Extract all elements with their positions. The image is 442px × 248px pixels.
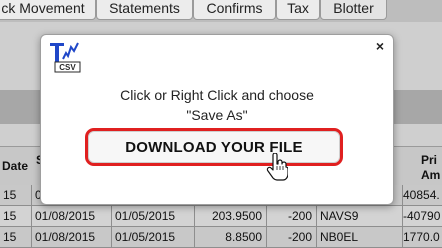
cell-settle: 01/08/2015 bbox=[31, 206, 111, 226]
instruction-line-2: "Save As" bbox=[186, 107, 248, 123]
tab-confirms[interactable]: Confirms bbox=[193, 0, 276, 20]
tab-statements[interactable]: Statements bbox=[96, 0, 193, 20]
cell-date: 15 bbox=[3, 230, 17, 244]
cell-symbol: NAVS9 bbox=[316, 206, 402, 226]
instruction-text: Click or Right Click and choose "Save As… bbox=[41, 85, 393, 125]
cell-date: 15 bbox=[3, 209, 17, 223]
tab-stock-movement[interactable]: ck Movement bbox=[0, 0, 96, 20]
tab-label: ck Movement bbox=[1, 0, 85, 16]
tab-label: Blotter bbox=[333, 0, 374, 16]
tab-tax[interactable]: Tax bbox=[276, 0, 320, 20]
header-date: Date bbox=[2, 159, 29, 173]
cell-trade: 01/05/2015 bbox=[111, 206, 194, 226]
tab-label: Statements bbox=[109, 0, 180, 16]
header-principal-2: Am bbox=[421, 168, 441, 182]
instruction-line-1: Click or Right Click and choose bbox=[120, 87, 314, 103]
tab-label: Confirms bbox=[206, 0, 263, 16]
hand-pointer-icon bbox=[266, 153, 288, 181]
cell-price: 203.9500 bbox=[194, 206, 266, 226]
download-file-button[interactable]: DOWNLOAD YOUR FILE bbox=[85, 128, 343, 166]
tab-bar: ck Movement Statements Confirms Tax Blot… bbox=[0, 0, 442, 22]
cell-trade: 01/05/2015 bbox=[111, 227, 194, 247]
cell-settle: 01/08/2015 bbox=[31, 227, 111, 247]
cell-price: 8.8500 bbox=[194, 227, 266, 247]
cell-date: 15 bbox=[3, 188, 17, 202]
logo-text: CSV bbox=[59, 63, 76, 72]
tab-blotter[interactable]: Blotter bbox=[320, 0, 387, 20]
header-principal-1: Pri bbox=[421, 153, 438, 167]
table-row[interactable]: 15 01/08/2015 01/05/2015 8.8500 -200 NB0… bbox=[0, 227, 442, 248]
cell-amount: 1770.0 bbox=[402, 227, 442, 247]
cell-symbol: NB0EL bbox=[316, 227, 402, 247]
tcsv-logo-icon: CSV bbox=[50, 42, 81, 73]
cell-amount: 40854. bbox=[402, 185, 442, 205]
tab-label: Tax bbox=[287, 0, 309, 16]
close-icon[interactable]: × bbox=[373, 39, 387, 53]
cell-qty: -200 bbox=[266, 227, 316, 247]
table-row[interactable]: 15 01/08/2015 01/05/2015 203.9500 -200 N… bbox=[0, 206, 442, 227]
cell-qty: -200 bbox=[266, 206, 316, 226]
cell-amount: -40790 bbox=[402, 206, 442, 226]
download-dialog: CSV × Click or Right Click and choose "S… bbox=[40, 34, 394, 205]
